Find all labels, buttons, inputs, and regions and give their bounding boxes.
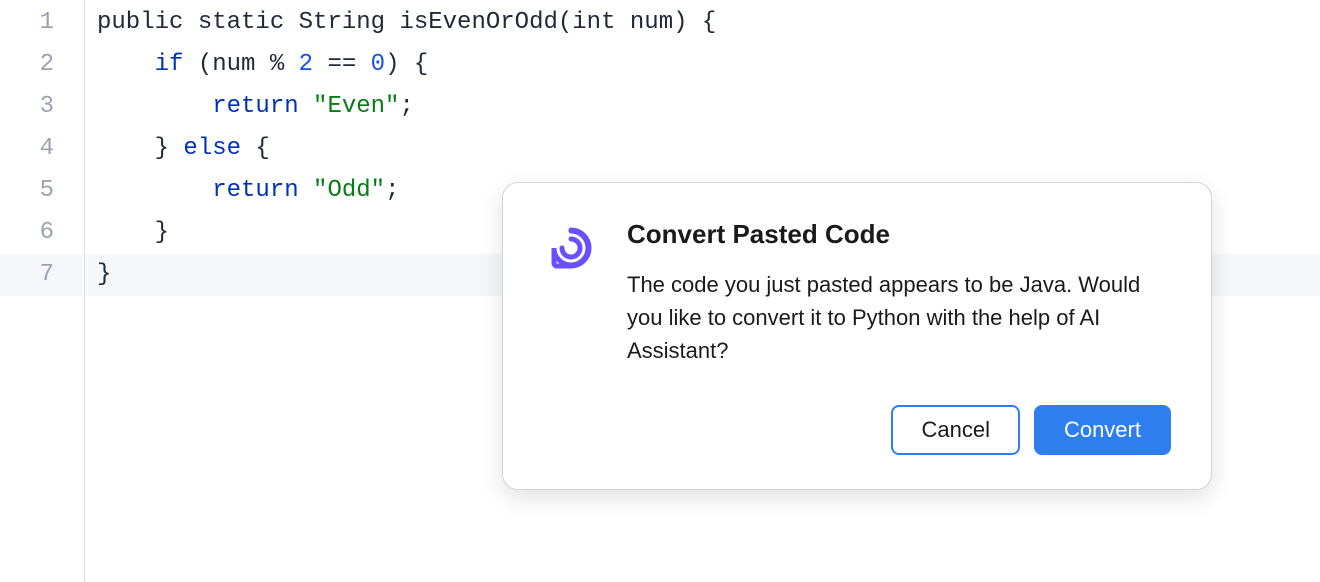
dialog-title: Convert Pasted Code — [627, 219, 1171, 250]
code-token: "Odd" — [313, 177, 385, 204]
convert-code-dialog: Convert Pasted Code The code you just pa… — [502, 182, 1212, 490]
line-number: 2 — [0, 44, 84, 86]
cancel-button[interactable]: Cancel — [891, 405, 1019, 455]
code-line[interactable]: if (num % 2 == 0) { — [97, 44, 1320, 86]
code-token: public static String isEvenOrOdd — [97, 9, 558, 36]
gutter: 1234567 — [0, 0, 85, 582]
code-token: { — [399, 51, 428, 78]
code-token: return — [212, 93, 298, 120]
code-token: ; — [385, 177, 399, 204]
line-number: 7 — [0, 254, 84, 296]
code-token: 0 — [371, 51, 385, 78]
code-token: "Even" — [313, 93, 399, 120]
code-token: { — [688, 9, 717, 36]
code-token: } — [97, 261, 111, 288]
code-token — [97, 93, 212, 120]
code-token — [97, 177, 212, 204]
code-token: 2 — [299, 51, 313, 78]
dialog-body-text: The code you just pasted appears to be J… — [627, 268, 1171, 367]
code-token: num % — [212, 51, 298, 78]
dialog-buttons: Cancel Convert — [627, 405, 1171, 455]
ai-assistant-icon — [543, 219, 599, 275]
code-token: return — [212, 177, 298, 204]
code-line[interactable]: public static String isEvenOrOdd(int num… — [97, 2, 1320, 44]
line-number: 5 — [0, 170, 84, 212]
line-number: 4 — [0, 128, 84, 170]
convert-button[interactable]: Convert — [1034, 405, 1171, 455]
code-token: if — [155, 51, 184, 78]
code-token: } — [97, 219, 169, 246]
code-token: ( — [198, 51, 212, 78]
code-token — [299, 177, 313, 204]
code-token — [299, 93, 313, 120]
code-token: int num — [572, 9, 673, 36]
code-line[interactable]: } else { — [97, 128, 1320, 170]
code-token: ( — [558, 9, 572, 36]
code-token: { — [241, 135, 270, 162]
code-token: ; — [399, 93, 413, 120]
code-token: ) — [673, 9, 687, 36]
line-number: 3 — [0, 86, 84, 128]
line-number: 1 — [0, 2, 84, 44]
code-token — [183, 51, 197, 78]
code-token: else — [183, 135, 241, 162]
code-token — [97, 51, 155, 78]
line-number: 6 — [0, 212, 84, 254]
code-token: == — [313, 51, 371, 78]
code-token: } — [97, 135, 183, 162]
code-token: ) — [385, 51, 399, 78]
code-line[interactable]: return "Even"; — [97, 86, 1320, 128]
